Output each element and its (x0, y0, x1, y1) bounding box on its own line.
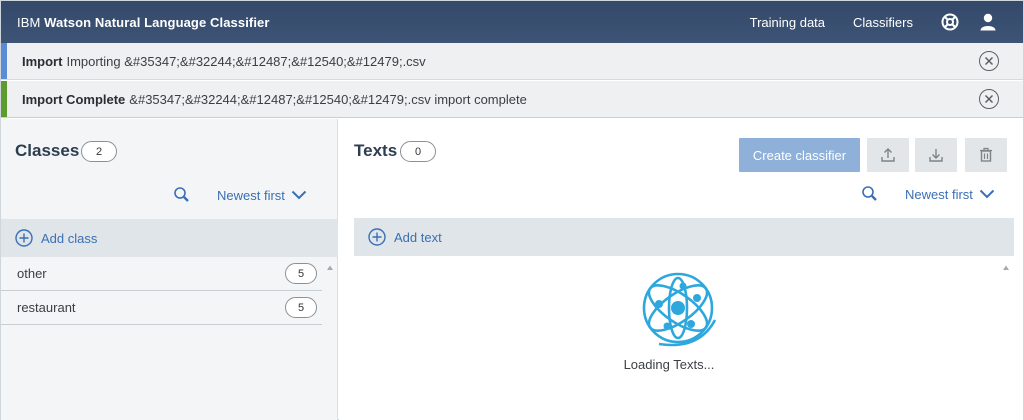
classes-panel: Classes 2 Newest first Add class other 5… (1, 119, 338, 420)
nav-classifiers[interactable]: Classifiers (853, 15, 913, 30)
add-text-button[interactable]: Add text (354, 218, 1014, 256)
top-nav: Training data Classifiers (750, 1, 1023, 43)
plus-circle-icon (368, 228, 386, 246)
scroll-up-arrow-icon[interactable] (1002, 264, 1010, 272)
brand-title: IBM Watson Natural Language Classifier (17, 15, 270, 30)
texts-panel: Texts 0 Create classifier Newest first A… (339, 119, 1023, 420)
plus-circle-icon (15, 229, 33, 247)
user-icon[interactable] (979, 13, 997, 31)
help-icon[interactable] (941, 13, 959, 31)
class-list: other 5 restaurant 5 (1, 257, 322, 325)
notification-text: Import Importing &#35347;&#32244;&#12487;… (22, 54, 426, 69)
notification-accent-bar (1, 81, 7, 117)
notification-accent-bar (1, 43, 7, 79)
download-icon (929, 149, 943, 162)
loading-spinner-icon (642, 272, 717, 347)
texts-sort-row: Newest first (861, 185, 995, 203)
class-count-badge: 5 (285, 297, 317, 318)
brand-product: Watson Natural Language Classifier (44, 14, 270, 30)
notification-text: Import Complete &#35347;&#32244;&#12487;&… (22, 92, 527, 107)
classes-count-badge: 2 (81, 141, 117, 162)
scroll-up-arrow-icon[interactable] (326, 264, 334, 272)
loading-text-row: Loading Texts... (354, 357, 1014, 372)
notification-import-complete: Import Complete &#35347;&#32244;&#12487;&… (1, 81, 1023, 118)
class-count-badge: 5 (285, 263, 317, 284)
delete-button[interactable] (965, 138, 1007, 172)
search-icon[interactable] (861, 185, 879, 203)
chevron-down-icon (291, 190, 307, 200)
add-class-label: Add class (41, 230, 98, 246)
notification-import: Import Importing &#35347;&#32244;&#12487;… (1, 43, 1023, 80)
upload-button[interactable] (867, 138, 909, 172)
add-class-button[interactable]: Add class (1, 219, 338, 257)
upload-icon (881, 148, 895, 162)
texts-title: Texts (354, 141, 398, 160)
class-label: restaurant (17, 300, 76, 315)
notification-title: Import Complete (22, 91, 126, 107)
classes-sort-dropdown[interactable]: Newest first (217, 188, 307, 203)
chevron-down-icon (979, 189, 995, 199)
close-icon[interactable] (979, 51, 999, 71)
texts-sort-dropdown[interactable]: Newest first (905, 187, 995, 202)
texts-list-area: Loading Texts... (354, 256, 1014, 420)
nav-training-data[interactable]: Training data (750, 15, 825, 30)
texts-count-badge: 0 (400, 141, 436, 162)
class-label: other (17, 266, 47, 281)
list-item[interactable]: other 5 (1, 257, 322, 291)
loading-text: Loading Texts... (623, 357, 715, 372)
close-icon[interactable] (979, 89, 999, 109)
list-item[interactable]: restaurant 5 (1, 291, 322, 325)
classes-title: Classes (15, 141, 80, 160)
download-button[interactable] (915, 138, 957, 172)
trash-icon (980, 147, 992, 162)
classes-sort-row: Newest first (173, 186, 307, 204)
notification-title: Import (22, 53, 63, 69)
notification-message: Importing &#35347;&#32244;&#12487;&#1254… (66, 53, 426, 69)
texts-sort-label: Newest first (905, 186, 973, 202)
classes-sort-label: Newest first (217, 187, 285, 203)
create-classifier-button[interactable]: Create classifier (739, 138, 860, 172)
search-icon[interactable] (173, 186, 191, 204)
notification-message: &#35347;&#32244;&#12487;&#12540;&#12479;… (129, 91, 527, 107)
brand-ibm: IBM (17, 14, 41, 30)
app-header: IBM Watson Natural Language Classifier T… (1, 1, 1023, 43)
add-text-label: Add text (394, 229, 442, 245)
